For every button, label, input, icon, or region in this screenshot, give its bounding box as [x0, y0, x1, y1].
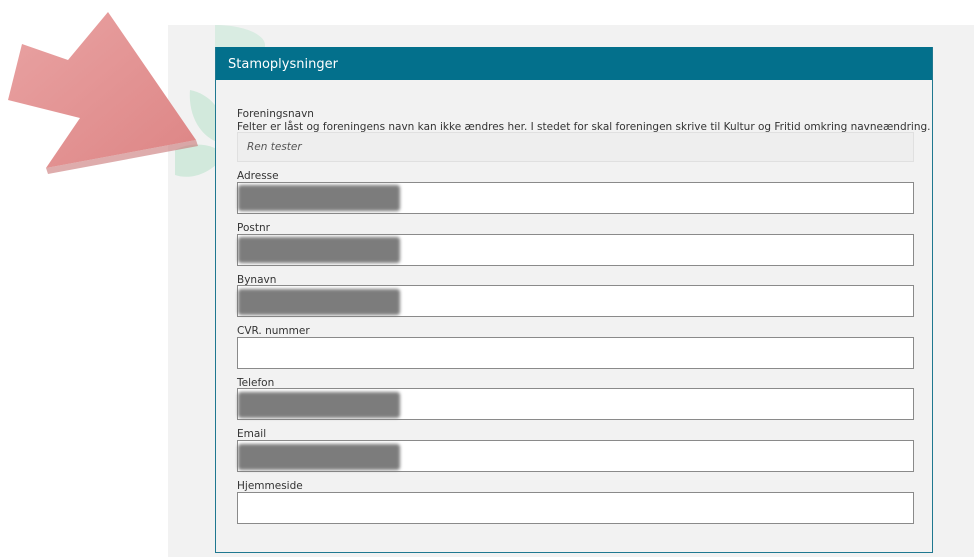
redaction-block: [238, 237, 400, 263]
panel-title: Stamoplysninger: [216, 47, 932, 80]
pointing-arrow-icon: [8, 12, 198, 174]
foreningsnavn-locked-field: Ren tester: [237, 132, 914, 162]
postnr-label: Postnr: [237, 222, 270, 234]
redaction-block: [238, 289, 400, 315]
redaction-block: [238, 392, 400, 418]
hjemmeside-input[interactable]: [237, 492, 914, 524]
adresse-label: Adresse: [237, 170, 279, 182]
redaction-block: [238, 444, 400, 470]
cvr-label: CVR. nummer: [237, 325, 310, 337]
foreningsnavn-label: Foreningsnavn: [237, 108, 314, 120]
hjemmeside-label: Hjemmeside: [237, 480, 303, 492]
redaction-block: [238, 185, 400, 211]
cvr-input[interactable]: [237, 337, 914, 369]
email-label: Email: [237, 428, 267, 440]
stamoplysninger-panel: Stamoplysninger Foreningsnavn Felter er …: [215, 47, 933, 553]
